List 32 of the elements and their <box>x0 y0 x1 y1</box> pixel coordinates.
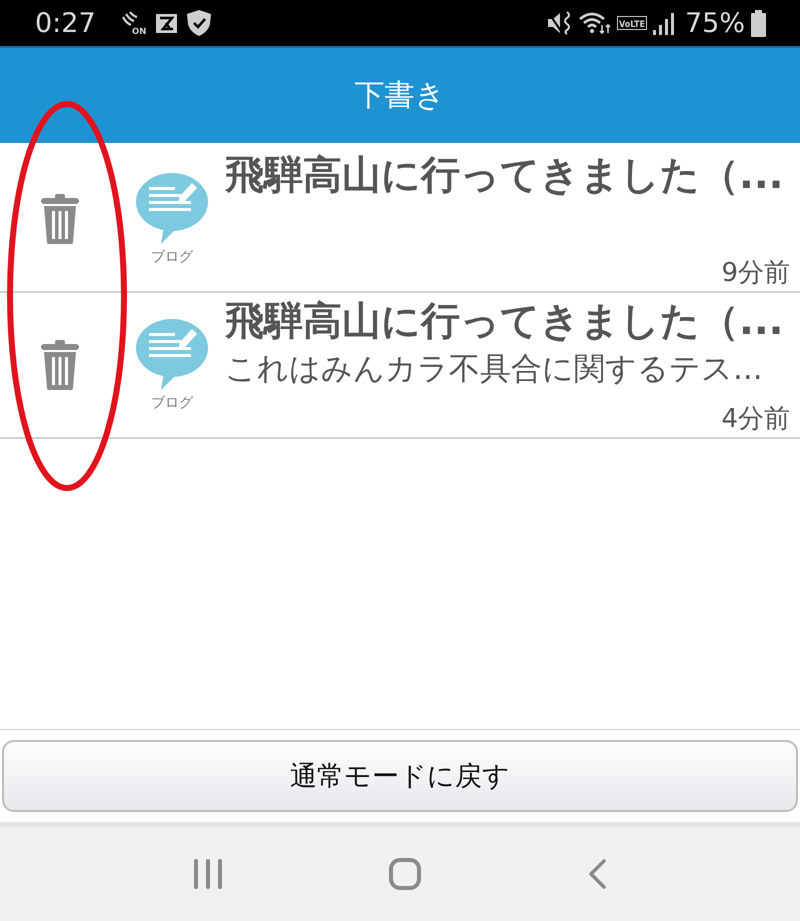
back-chevron-icon <box>588 859 606 889</box>
delete-button[interactable] <box>41 340 79 390</box>
back-button[interactable] <box>588 859 606 889</box>
draft-row[interactable]: ブログ 飛騨高山に行ってきました（... 9分前 <box>0 147 800 293</box>
battery-icon <box>751 10 766 36</box>
shield-check-icon <box>186 10 211 36</box>
blog-speech-bubble-icon <box>136 318 208 390</box>
vibrate-mute-icon <box>546 11 573 35</box>
battery-percent: 75% <box>684 8 745 38</box>
draft-title: 飛騨高山に行ってきました（... <box>225 299 784 345</box>
trash-icon <box>41 194 79 244</box>
delete-button[interactable] <box>41 194 79 244</box>
status-time: 0:27 <box>35 8 96 38</box>
wifi-icon <box>578 11 611 35</box>
header-title: 下書き <box>354 77 446 115</box>
trash-icon <box>41 340 79 390</box>
draft-row[interactable]: ブログ 飛騨高山に行ってきました（... これはみんカラ不具合に関するテス... 4分前 <box>0 293 800 439</box>
volte-icon: VoLTE <box>616 16 647 30</box>
signal-bars-icon <box>652 11 675 35</box>
recent-apps-icon <box>194 859 222 889</box>
normal-mode-button[interactable]: 通常モードに戻す <box>2 740 798 812</box>
category-label: ブログ <box>151 248 193 266</box>
recent-apps-button[interactable] <box>194 859 222 889</box>
category-label: ブログ <box>151 394 193 412</box>
home-icon <box>388 858 421 890</box>
blog-speech-bubble-icon <box>136 172 208 244</box>
home-button[interactable] <box>388 858 421 890</box>
z-app-icon <box>156 14 177 32</box>
draft-time: 4分前 <box>721 403 790 435</box>
draft-title: 飛騨高山に行ってきました（... <box>225 153 784 199</box>
draft-snippet: これはみんカラ不具合に関するテス... <box>225 350 764 389</box>
draft-time: 9分前 <box>721 257 790 289</box>
